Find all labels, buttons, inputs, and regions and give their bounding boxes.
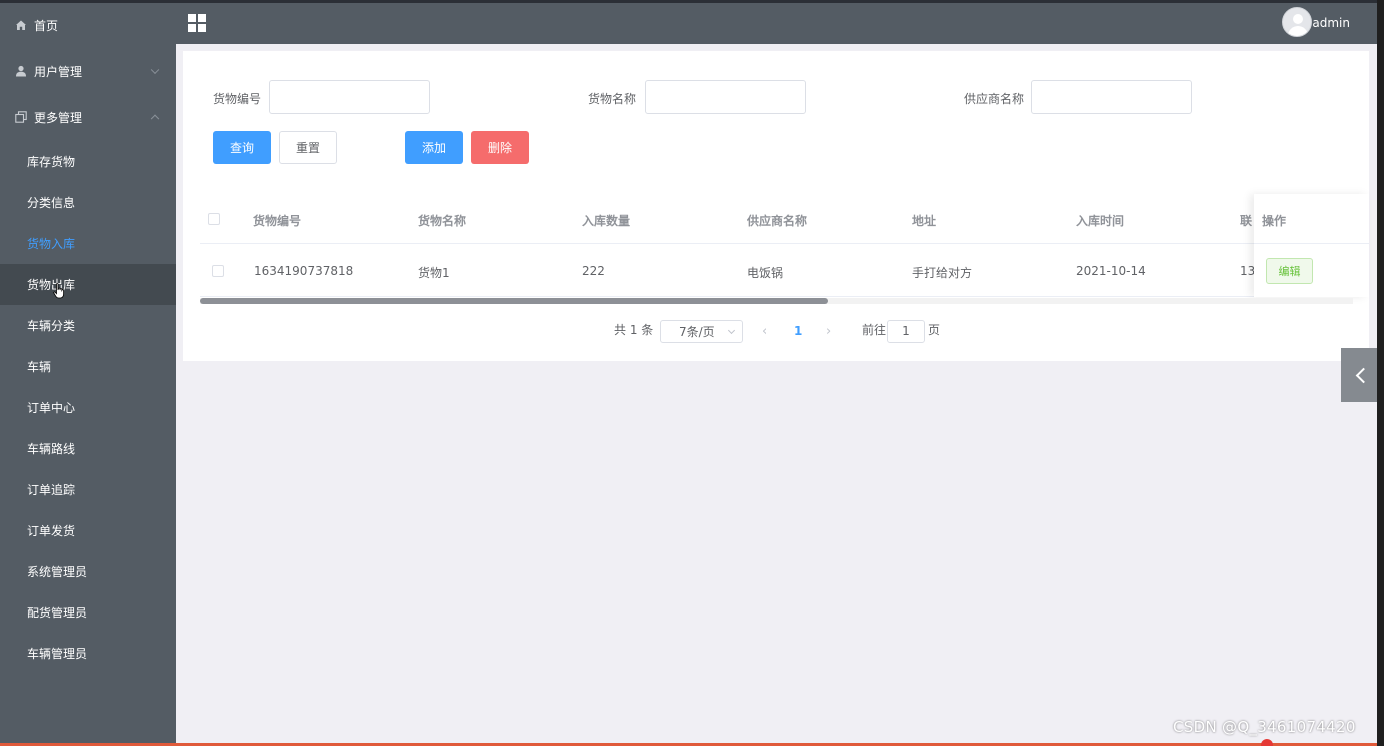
- operations-header: 操作: [1262, 214, 1287, 228]
- sidebar-item-order-center[interactable]: 订单中心: [0, 387, 176, 428]
- sidebar-item-order-tracking[interactable]: 订单追踪: [0, 469, 176, 510]
- watermark: CSDN @Q_3461074420: [1173, 718, 1356, 736]
- sidebar-item-inventory[interactable]: 库存货物: [0, 141, 176, 182]
- sidebar-item-vehicle-route[interactable]: 车辆路线: [0, 428, 176, 469]
- sidebar-item-label: 更多管理: [34, 110, 83, 125]
- table-row: 1634190737818 货物1 222 电饭锅 手打给对方 2021-10-…: [200, 244, 1353, 297]
- sidebar-item-label: 库存货物: [27, 155, 76, 169]
- reset-button[interactable]: 重置: [279, 131, 337, 164]
- sidebar-item-label: 订单追踪: [27, 483, 76, 497]
- goods-name-input[interactable]: [645, 80, 806, 114]
- cell-goods-name: 货物1: [418, 266, 450, 280]
- sidebar-item-vehicle-admin[interactable]: 车辆管理员: [0, 633, 176, 674]
- current-page[interactable]: 1: [794, 324, 802, 338]
- column-header: 货物编号: [253, 214, 302, 228]
- sidebar-item-label: 车辆路线: [27, 442, 76, 456]
- hand-cursor-icon: [53, 283, 64, 299]
- sidebar-item-stock-out[interactable]: 货物出库: [0, 264, 176, 305]
- goto-page-input[interactable]: 1: [887, 320, 925, 343]
- goods-code-label: 货物编号: [213, 92, 262, 106]
- cell-supplier: 电饭锅: [747, 266, 784, 280]
- column-header: 地址: [912, 214, 937, 228]
- horizontal-scrollbar[interactable]: [200, 298, 1353, 304]
- sidebar-item-system-admin[interactable]: 系统管理员: [0, 551, 176, 592]
- row-checkbox[interactable]: [212, 265, 224, 277]
- column-header: 入库时间: [1076, 214, 1125, 228]
- chevron-down-icon: [727, 326, 736, 335]
- sidebar-item-home[interactable]: 首页: [0, 2, 176, 48]
- home-icon: [14, 19, 27, 32]
- sidebar-item-label: 配货管理员: [27, 606, 88, 620]
- main-card: 货物编号 货物名称 供应商名称 查询 重置 添加 删除 货物编号 货物名称 入库…: [183, 51, 1369, 361]
- sidebar-item-more-mgmt[interactable]: 更多管理: [0, 94, 176, 140]
- supplier-name-input[interactable]: [1031, 80, 1192, 114]
- cell-contact: 13: [1240, 264, 1256, 278]
- window-right-edge: [1377, 0, 1384, 746]
- delete-button[interactable]: 删除: [471, 131, 529, 164]
- grid-menu-icon[interactable]: [188, 14, 206, 32]
- sidebar-item-vehicle[interactable]: 车辆: [0, 346, 176, 387]
- sidebar-item-user-mgmt[interactable]: 用户管理: [0, 48, 176, 94]
- cell-address: 手打给对方: [912, 266, 973, 280]
- top-header: admin: [176, 3, 1384, 44]
- cell-goods-code: 1634190737818: [254, 264, 354, 278]
- next-page-icon[interactable]: ›: [826, 324, 831, 339]
- cell-time: 2021-10-14: [1076, 264, 1146, 278]
- sidebar-item-stock-in[interactable]: 货物入库: [0, 223, 176, 264]
- page-size-select[interactable]: 7条/页: [660, 320, 743, 343]
- sidebar: 首页 用户管理 更多管理 库存货物 分类信息 货物入库 货物出库 车辆分类 车辆…: [0, 0, 176, 746]
- column-header: 联: [1240, 214, 1253, 228]
- goto-suffix: 页: [928, 323, 941, 337]
- chevron-up-icon: [150, 114, 160, 124]
- sidebar-item-order-shipping[interactable]: 订单发货: [0, 510, 176, 551]
- table-header: 货物编号 货物名称 入库数量 供应商名称 地址 入库时间 联: [200, 194, 1353, 244]
- edit-button[interactable]: 编辑: [1266, 258, 1313, 284]
- sidebar-item-label: 订单中心: [27, 401, 76, 415]
- page-size-value: 7条/页: [679, 325, 715, 339]
- query-button[interactable]: 查询: [213, 131, 271, 164]
- sidebar-item-label: 货物入库: [27, 237, 76, 251]
- sidebar-item-label: 车辆分类: [27, 319, 76, 333]
- supplier-name-label: 供应商名称: [964, 92, 1025, 106]
- sidebar-item-label: 首页: [34, 18, 59, 33]
- add-button[interactable]: 添加: [405, 131, 463, 164]
- scrollbar-thumb[interactable]: [200, 298, 828, 304]
- chevron-down-icon: [150, 65, 160, 75]
- pagination-total: 共 1 条: [614, 323, 654, 337]
- collapse-panel-button[interactable]: [1341, 348, 1377, 402]
- goods-name-label: 货物名称: [588, 92, 637, 106]
- sidebar-item-category[interactable]: 分类信息: [0, 182, 176, 223]
- select-all-checkbox[interactable]: [208, 213, 220, 225]
- cell-quantity: 222: [582, 264, 605, 278]
- goods-code-input[interactable]: [269, 80, 430, 114]
- sidebar-item-label: 货物出库: [27, 278, 76, 292]
- copy-icon: [14, 111, 27, 124]
- prev-page-icon[interactable]: ‹: [762, 324, 767, 339]
- sidebar-item-label: 订单发货: [27, 524, 76, 538]
- goto-prefix: 前往: [862, 323, 887, 337]
- sidebar-item-label: 分类信息: [27, 196, 76, 210]
- sidebar-item-dispatch-admin[interactable]: 配货管理员: [0, 592, 176, 633]
- column-header: 供应商名称: [747, 214, 808, 228]
- user-name[interactable]: admin: [1312, 16, 1350, 30]
- sidebar-item-label: 车辆管理员: [27, 647, 88, 661]
- sidebar-item-label: 车辆: [27, 360, 52, 374]
- chevron-left-icon: [1355, 367, 1371, 383]
- fixed-operations-column: 操作 编辑: [1254, 194, 1369, 297]
- sidebar-item-label: 用户管理: [34, 64, 83, 79]
- sidebar-item-vehicle-category[interactable]: 车辆分类: [0, 305, 176, 346]
- user-icon: [14, 65, 27, 78]
- column-header: 货物名称: [418, 214, 467, 228]
- avatar[interactable]: [1282, 7, 1312, 37]
- record-dot-icon: [1261, 739, 1273, 746]
- column-header: 入库数量: [582, 214, 631, 228]
- sidebar-item-label: 系统管理员: [27, 565, 88, 579]
